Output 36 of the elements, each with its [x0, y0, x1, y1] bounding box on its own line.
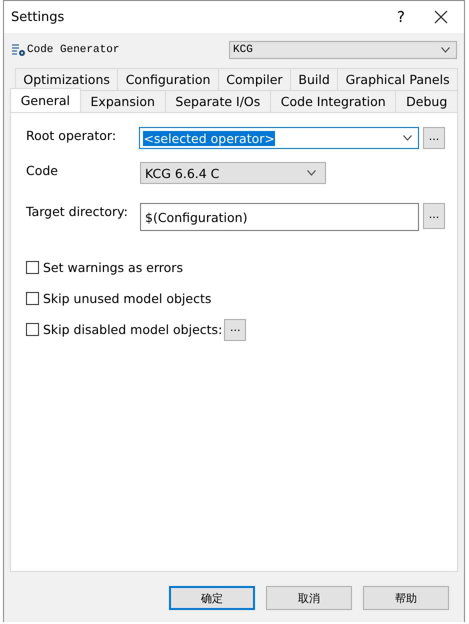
target-directory-field[interactable]: $(Configuration) — [140, 203, 419, 231]
dialog-button[interactable]: 确定 — [169, 586, 255, 610]
tab[interactable]: Optimizations — [15, 68, 118, 90]
dialog-button[interactable]: 帮助 — [363, 586, 449, 610]
close-icon[interactable] — [434, 10, 448, 24]
gear-list-icon — [12, 43, 26, 57]
checkbox[interactable] — [26, 323, 39, 336]
checkbox[interactable] — [26, 261, 39, 274]
chevron-icon — [403, 135, 412, 141]
dialog-button[interactable]: 取消 — [266, 586, 352, 610]
chevron-icon — [441, 47, 450, 53]
tab[interactable]: Compiler — [218, 68, 291, 90]
field-label: Root operator: — [26, 127, 118, 143]
code-generator-label: Code Generator — [27, 44, 120, 56]
generator-dropdown[interactable]: KCG — [229, 41, 457, 59]
browse-button[interactable]: ... — [224, 318, 246, 340]
tab[interactable]: Separate I/Os — [164, 90, 272, 112]
checkbox-label[interactable]: Skip unused model objects — [43, 291, 212, 306]
help-button[interactable]: ? — [386, 8, 416, 26]
tab[interactable]: Graphical Panels — [337, 68, 458, 90]
checkbox-label[interactable]: Skip disabled model objects: — [43, 322, 222, 337]
browse-button[interactable]: ... — [423, 203, 445, 229]
checkbox[interactable] — [26, 292, 39, 305]
browse-button[interactable]: ... — [423, 127, 445, 149]
tab[interactable]: Debug — [395, 90, 458, 112]
tab[interactable]: Code Integration — [270, 90, 396, 112]
field-label: Target directory: — [26, 203, 129, 219]
chevron-icon — [307, 170, 316, 176]
tab[interactable]: General — [10, 88, 81, 112]
window-title: Settings — [11, 10, 66, 24]
field-label: Code — [26, 162, 60, 178]
code-dropdown[interactable]: KCG 6.6.4 C — [140, 162, 326, 184]
checkbox-label[interactable]: Set warnings as errors — [43, 260, 183, 275]
tab[interactable]: Expansion — [80, 90, 166, 112]
tab[interactable]: Configuration — [117, 68, 219, 90]
root-operator-combo[interactable]: <selected operator> — [139, 127, 420, 149]
